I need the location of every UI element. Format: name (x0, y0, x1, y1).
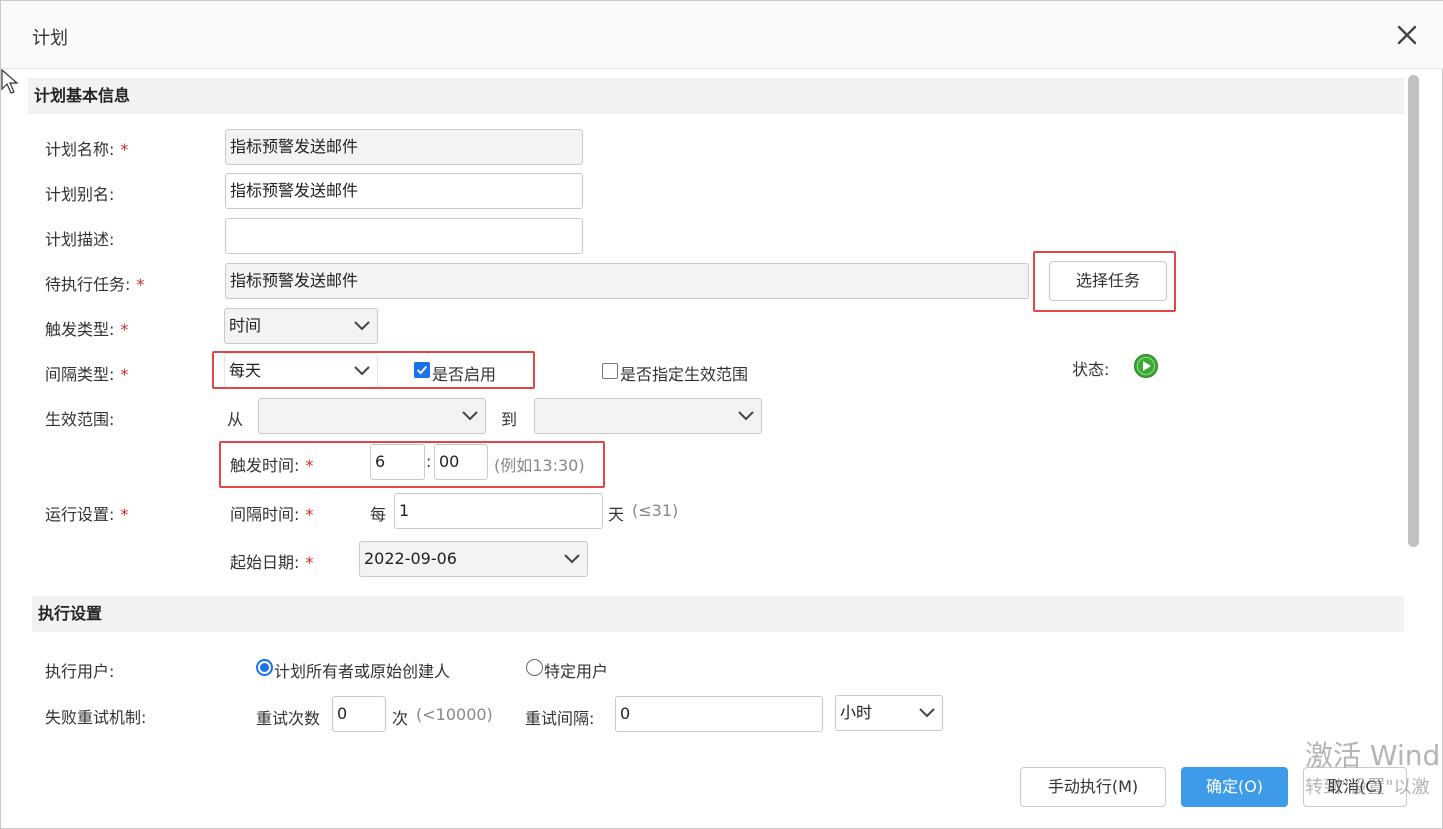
interval-time-label: 间隔时间: * (230, 505, 314, 524)
chevron-down-icon (738, 411, 754, 421)
interval-prefix: 每 (370, 505, 387, 524)
plan-alias-label: 计划别名: (45, 185, 115, 204)
pending-task-label: 待执行任务: * (45, 275, 145, 294)
retry-count-unit: 次 (392, 709, 409, 728)
plan-name-label: 计划名称: * (45, 140, 129, 159)
trigger-type-value: 时间 (229, 316, 262, 335)
specify-range-checkbox[interactable] (602, 363, 618, 379)
exec-user-specific-radio[interactable] (526, 659, 543, 676)
pending-task-input[interactable]: 指标预警发送邮件 (225, 263, 1029, 299)
retry-interval-input[interactable]: 0 (615, 696, 823, 732)
effective-range-label: 生效范围: (45, 410, 115, 429)
cancel-button[interactable]: 取消(C) (1303, 767, 1407, 807)
highlight-box-interval (212, 351, 535, 389)
manual-run-button[interactable]: 手动执行(M) (1020, 767, 1166, 807)
start-date-label: 起始日期: * (230, 553, 314, 572)
play-status-icon[interactable] (1133, 353, 1159, 379)
dialog-title: 计划 (32, 28, 68, 49)
section-execution: 执行设置 (32, 596, 1404, 632)
interval-unit: 天 (608, 505, 625, 524)
dialog-titlebar: 计划 (1, 1, 1443, 69)
chevron-down-icon (354, 321, 370, 331)
retry-label: 失败重试机制: (45, 708, 147, 727)
scrollbar-thumb[interactable] (1408, 75, 1419, 547)
specify-range-label: 是否指定生效范围 (620, 365, 749, 384)
highlight-box-trigger-time (219, 441, 605, 488)
exec-user-label: 执行用户: (45, 662, 115, 681)
retry-count-hint: (<10000) (416, 705, 493, 724)
plan-desc-input[interactable] (225, 218, 583, 254)
plan-dialog: 计划 计划基本信息 计划名称: * 指标预警发送邮件 计划别名: 指标预警发送邮件… (0, 0, 1443, 829)
section-basic-info: 计划基本信息 (28, 78, 1404, 114)
retry-interval-unit-select[interactable]: 小时 (835, 695, 943, 731)
ok-button[interactable]: 确定(O) (1181, 767, 1288, 807)
trigger-type-label: 触发类型: * (45, 320, 129, 339)
highlight-box-select-task (1033, 251, 1176, 312)
retry-count-input[interactable]: 0 (332, 696, 386, 732)
range-to-select[interactable] (534, 398, 762, 434)
plan-desc-label: 计划描述: (45, 230, 115, 249)
start-date-select[interactable]: 2022-09-06 (359, 541, 588, 577)
retry-interval-unit-value: 小时 (840, 703, 873, 722)
interval-time-input[interactable]: 1 (394, 493, 603, 529)
chevron-down-icon (564, 554, 580, 564)
interval-type-label: 间隔类型: * (45, 365, 129, 384)
plan-alias-input[interactable]: 指标预警发送邮件 (225, 173, 583, 209)
range-from-label: 从 (227, 410, 244, 429)
start-date-value: 2022-09-06 (364, 549, 457, 568)
exec-user-owner-radio[interactable] (256, 659, 273, 676)
retry-count-label: 重试次数 (256, 709, 321, 728)
range-from-select[interactable] (258, 398, 486, 434)
trigger-type-select[interactable]: 时间 (224, 308, 378, 344)
exec-user-specific-label: 特定用户 (544, 662, 609, 681)
status-label: 状态: (1072, 360, 1110, 379)
close-icon[interactable] (1395, 23, 1419, 47)
plan-name-input[interactable]: 指标预警发送邮件 (225, 129, 583, 165)
chevron-down-icon (919, 708, 935, 718)
exec-user-owner-label: 计划所有者或原始创建人 (274, 662, 451, 681)
retry-interval-label: 重试间隔: (525, 709, 595, 728)
run-settings-label: 运行设置: * (45, 505, 129, 524)
mouse-cursor-icon (1, 69, 19, 94)
range-to-label: 到 (501, 410, 518, 429)
interval-hint: (≤31) (632, 501, 679, 520)
chevron-down-icon (462, 411, 478, 421)
